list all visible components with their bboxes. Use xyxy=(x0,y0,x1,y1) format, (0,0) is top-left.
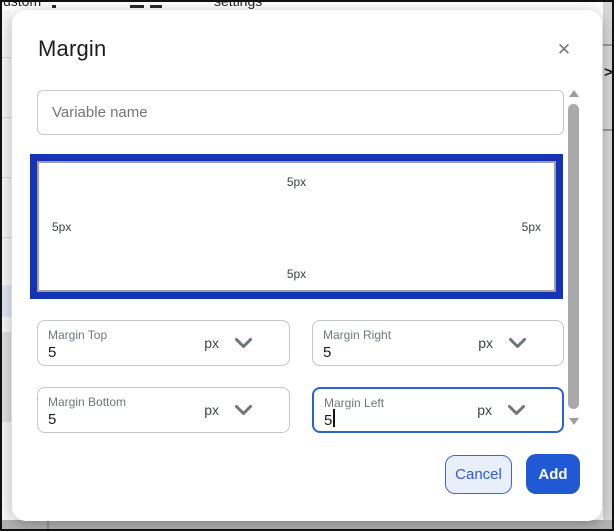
margin-dialog: Margin ✕ 5px 5px 5px 5px Margin Top px M… xyxy=(12,10,602,521)
margin-left-field[interactable]: Margin Left px xyxy=(312,387,564,433)
close-icon[interactable]: ✕ xyxy=(552,38,576,62)
margin-preview-box: 5px 5px 5px 5px xyxy=(30,154,563,299)
margin-right-input[interactable] xyxy=(323,342,453,362)
background-row-line xyxy=(2,57,11,58)
margin-right-field[interactable]: Margin Right px xyxy=(312,320,564,366)
chevron-down-icon[interactable] xyxy=(508,337,527,349)
app-window: ustom settings > Margin ✕ 5px 5px 5px 5p… xyxy=(0,0,614,531)
background-separator xyxy=(603,44,612,46)
scrollbar-up-arrow-icon[interactable] xyxy=(569,90,579,97)
background-row-line xyxy=(2,117,11,118)
chevron-down-icon[interactable] xyxy=(507,404,526,416)
background-horizontal-scrollbar[interactable] xyxy=(2,520,612,529)
field-label: Margin Bottom xyxy=(48,395,126,409)
dialog-title: Margin xyxy=(38,36,106,62)
background-clipped-glyphs xyxy=(150,5,162,8)
chevron-right-icon[interactable]: > xyxy=(604,64,613,81)
chevron-down-icon[interactable] xyxy=(234,337,253,349)
background-clipped-glyphs xyxy=(130,5,144,8)
unit-label: px xyxy=(204,402,219,418)
background-row-line xyxy=(2,237,11,238)
preview-right-margin-value: 5px xyxy=(522,220,541,234)
preview-top-margin-value: 5px xyxy=(287,175,306,189)
margin-top-field[interactable]: Margin Top px xyxy=(37,320,290,366)
margin-left-input[interactable] xyxy=(324,410,454,430)
unit-label: px xyxy=(478,335,493,351)
background-text-fragment: ustom xyxy=(3,2,41,9)
chevron-down-icon[interactable] xyxy=(234,404,253,416)
margin-preview-inner: 5px 5px 5px 5px xyxy=(37,161,556,292)
background-page-top: ustom settings xyxy=(2,2,612,10)
add-button[interactable]: Add xyxy=(526,454,580,494)
margin-top-input[interactable] xyxy=(48,342,178,362)
background-page-right: > xyxy=(603,2,612,529)
preview-bottom-margin-value: 5px xyxy=(287,267,306,281)
text-caret xyxy=(333,409,335,427)
background-panel-edge xyxy=(2,332,11,422)
background-selected-row xyxy=(2,285,11,317)
scrollbar-down-arrow-icon[interactable] xyxy=(569,418,579,425)
background-page-left xyxy=(2,10,11,522)
unit-label: px xyxy=(477,402,492,418)
field-label: Margin Left xyxy=(324,396,384,410)
margin-bottom-field[interactable]: Margin Bottom px xyxy=(37,387,290,433)
background-row-line xyxy=(2,177,11,178)
dialog-scrollbar[interactable] xyxy=(568,88,580,433)
background-text-fragment: settings xyxy=(214,2,262,9)
background-separator xyxy=(603,129,612,131)
scrollbar-thumb[interactable] xyxy=(568,104,579,409)
unit-label: px xyxy=(204,335,219,351)
preview-left-margin-value: 5px xyxy=(52,220,71,234)
field-label: Margin Top xyxy=(48,328,107,342)
background-clipped-glyphs xyxy=(52,5,56,8)
variable-name-input[interactable] xyxy=(37,90,564,135)
scrollbar-divider xyxy=(47,520,49,529)
margin-bottom-input[interactable] xyxy=(48,409,178,429)
cancel-button[interactable]: Cancel xyxy=(445,455,512,494)
field-label: Margin Right xyxy=(323,328,391,342)
